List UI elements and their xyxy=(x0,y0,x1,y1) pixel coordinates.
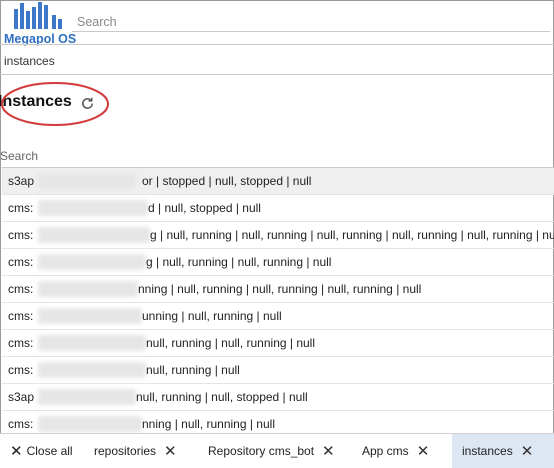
instance-status: d | null, stopped | null xyxy=(148,201,261,215)
tab-app-cms[interactable]: App cms ✕ xyxy=(352,434,442,468)
tab-bar: ✕ Close all repositories ✕ Repository cms_… xyxy=(0,433,554,468)
instance-status: g | null, running | null, running | null… xyxy=(150,228,554,242)
redacted-name xyxy=(38,335,146,351)
instance-status: g | null, running | null, running | null xyxy=(146,255,332,269)
instance-row[interactable]: cms: g | null, running | null, running | … xyxy=(2,222,554,249)
tab-label: App cms xyxy=(362,444,409,458)
redacted-name xyxy=(38,254,146,270)
close-icon[interactable]: ✕ xyxy=(164,442,177,460)
instance-status: nning | null, running | null, running | … xyxy=(138,282,422,296)
redacted-name xyxy=(38,281,138,297)
instance-prefix: s3ap xyxy=(8,174,35,188)
tab-repositories[interactable]: repositories ✕ xyxy=(84,434,184,468)
close-icon[interactable]: ✕ xyxy=(417,442,430,460)
instance-prefix: cms: xyxy=(8,363,34,377)
instance-status: unning | null, running | null xyxy=(142,309,282,323)
list-search-label[interactable]: Search xyxy=(0,149,38,163)
close-icon: ✕ xyxy=(10,443,23,460)
tab-instances[interactable]: instances ✕ xyxy=(452,434,554,468)
instance-prefix: cms: xyxy=(8,201,34,215)
instance-status: null, running | null, stopped | null xyxy=(136,390,308,404)
close-icon[interactable]: ✕ xyxy=(521,442,534,460)
instance-row[interactable]: cms: g | null, running | null, running | … xyxy=(2,249,554,276)
instance-row[interactable]: cms: unning | null, running | null xyxy=(2,303,554,330)
instance-prefix: cms: xyxy=(8,336,34,350)
tab-label: instances xyxy=(462,444,513,458)
instance-status: or | stopped | null, stopped | null xyxy=(142,174,312,188)
instance-row[interactable]: s3ap or | stopped | null, stopped | null xyxy=(2,168,554,195)
instance-row[interactable]: cms: d | null, stopped | null xyxy=(2,195,554,222)
instance-row[interactable]: cms: nning | null, running | null, runnin… xyxy=(2,276,554,303)
close-all-label: Close all xyxy=(26,444,73,458)
instance-row[interactable]: cms: null, running | null, running | nul… xyxy=(2,330,554,357)
instance-status: null, running | null, running | null xyxy=(146,336,316,350)
redacted-name xyxy=(38,308,142,324)
redacted-name xyxy=(38,389,136,405)
instance-status: null, running | null xyxy=(146,363,240,377)
breadcrumb[interactable]: instances xyxy=(4,54,55,68)
instances-list: s3ap or | stopped | null, stopped | null c… xyxy=(2,167,554,438)
instance-status: nning | null, running | null xyxy=(142,417,275,431)
instance-prefix: cms: xyxy=(8,228,34,242)
instance-prefix: cms: xyxy=(8,255,34,269)
instance-prefix: cms: xyxy=(8,309,34,323)
instance-prefix: cms: xyxy=(8,282,34,296)
instance-row[interactable]: s3ap null, running | null, stopped | null xyxy=(2,384,554,411)
tab-repository-cms_bot[interactable]: Repository cms_bot ✕ xyxy=(198,434,338,468)
tab-label: Repository cms_bot xyxy=(208,444,315,458)
redacted-name xyxy=(38,200,148,216)
instance-prefix: cms: xyxy=(8,417,34,431)
instance-prefix: s3ap xyxy=(8,390,35,404)
redacted-name xyxy=(38,227,150,243)
instance-row[interactable]: cms: null, running | null xyxy=(2,357,554,384)
annotation-highlight xyxy=(1,82,109,126)
divider xyxy=(0,74,554,75)
building-logo-icon xyxy=(6,2,64,32)
global-search-input[interactable] xyxy=(72,8,550,32)
redacted-name xyxy=(38,416,142,432)
redacted-name xyxy=(38,362,146,378)
redacted-name xyxy=(38,173,136,189)
close-icon[interactable]: ✕ xyxy=(322,442,335,460)
divider xyxy=(0,44,554,45)
tab-label: repositories xyxy=(94,444,157,458)
close-all-button[interactable]: ✕ Close all xyxy=(10,434,73,468)
